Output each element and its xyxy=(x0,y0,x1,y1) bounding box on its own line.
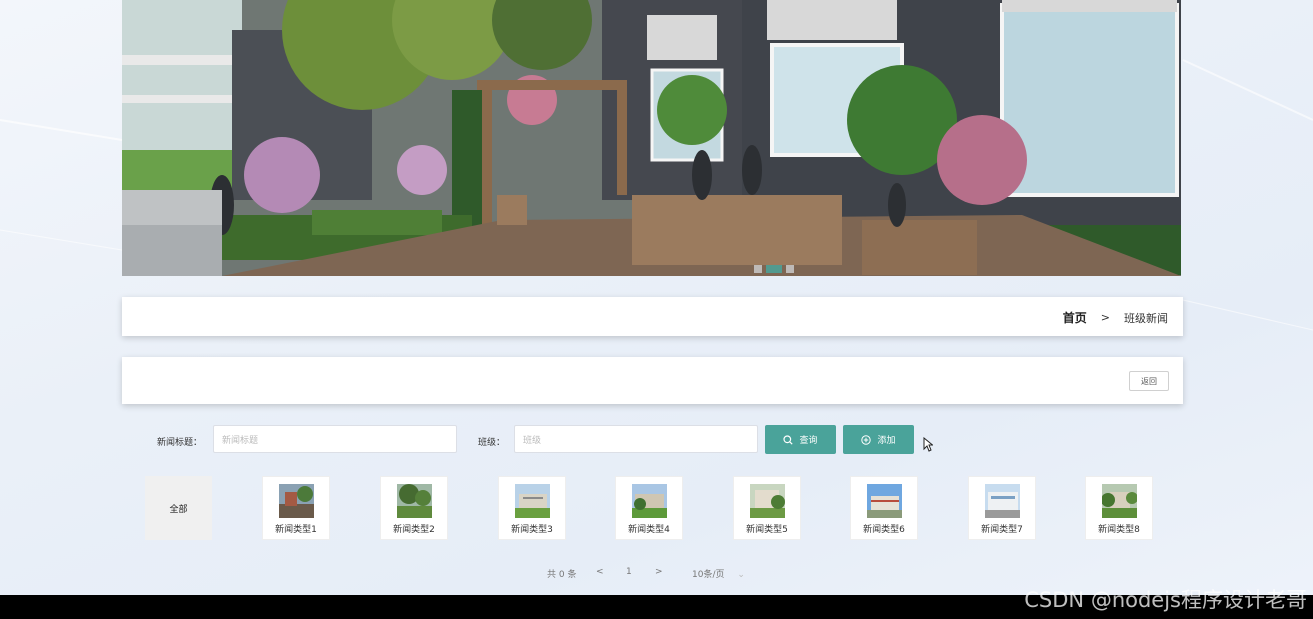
title-search-label: 新闻标题： xyxy=(157,438,203,448)
action-card: 返回 xyxy=(122,357,1183,404)
breadcrumb-home[interactable]: 首页 xyxy=(1063,309,1087,326)
category-item[interactable]: 新闻类型4 xyxy=(615,476,683,540)
building-photo-icon xyxy=(396,484,432,518)
category-item[interactable]: 新闻类型8 xyxy=(1085,476,1153,540)
category-label: 新闻类型1 xyxy=(275,525,317,535)
carousel-dot[interactable] xyxy=(786,265,794,273)
pagination-page-1[interactable]: 1 xyxy=(626,567,632,577)
category-item[interactable]: 新闻类型5 xyxy=(733,476,801,540)
category-item[interactable]: 新闻类型7 xyxy=(968,476,1036,540)
category-label: 新闻类型8 xyxy=(1098,525,1140,535)
carousel-dot[interactable] xyxy=(754,265,762,273)
add-button-label: 添加 xyxy=(877,436,896,446)
search-icon xyxy=(783,434,794,445)
building-photo-icon xyxy=(749,484,785,518)
building-photo-icon xyxy=(278,484,314,518)
watermark: CSDN @nodejs程序设计老哥 xyxy=(1024,588,1307,612)
category-label: 新闻类型2 xyxy=(393,525,435,535)
category-all[interactable]: 全部 xyxy=(145,476,212,540)
building-photo-icon xyxy=(984,484,1020,518)
breadcrumb-separator: > xyxy=(1100,311,1110,324)
category-item[interactable]: 新闻类型6 xyxy=(850,476,918,540)
breadcrumb-card: 首页 > 班级新闻 xyxy=(122,297,1183,336)
category-item[interactable]: 新闻类型1 xyxy=(262,476,330,540)
mouse-cursor-icon xyxy=(923,437,933,452)
class-search-input[interactable]: 班级 xyxy=(514,425,758,453)
banner-image xyxy=(122,0,1181,276)
pagination-page-size-select[interactable]: 10条/页 ⌄ xyxy=(692,567,745,580)
building-photo-icon xyxy=(514,484,550,518)
breadcrumb-current: 班级新闻 xyxy=(1124,311,1168,325)
title-search-input[interactable]: 新闻标题 xyxy=(213,425,457,453)
category-label: 新闻类型4 xyxy=(628,525,670,535)
category-label: 新闻类型5 xyxy=(746,525,788,535)
category-item[interactable]: 新闻类型3 xyxy=(498,476,566,540)
building-photo-icon xyxy=(1101,484,1137,518)
carousel-banner[interactable] xyxy=(122,0,1181,276)
back-button[interactable]: 返回 xyxy=(1129,371,1169,391)
building-photo-icon xyxy=(866,484,902,518)
query-button[interactable]: 查询 xyxy=(765,425,836,454)
pagination-next-button[interactable]: > xyxy=(655,567,663,577)
class-search-label: 班级： xyxy=(478,438,506,448)
pagination-total: 共 0 条 xyxy=(547,570,577,580)
category-label: 新闻类型6 xyxy=(863,525,905,535)
pagination-prev-button[interactable]: < xyxy=(596,567,604,577)
carousel-indicators xyxy=(754,265,794,273)
add-button[interactable]: 添加 xyxy=(843,425,914,454)
plus-circle-icon xyxy=(861,434,872,445)
breadcrumb: 首页 > 班级新闻 xyxy=(1063,309,1168,326)
query-button-label: 查询 xyxy=(799,436,818,446)
page-size-value: 10条/页 xyxy=(692,570,725,580)
building-photo-icon xyxy=(631,484,667,518)
chevron-down-icon: ⌄ xyxy=(737,570,745,580)
carousel-dot-active[interactable] xyxy=(766,265,782,273)
category-item[interactable]: 新闻类型2 xyxy=(380,476,448,540)
category-label: 新闻类型3 xyxy=(511,525,553,535)
category-label: 新闻类型7 xyxy=(981,525,1023,535)
